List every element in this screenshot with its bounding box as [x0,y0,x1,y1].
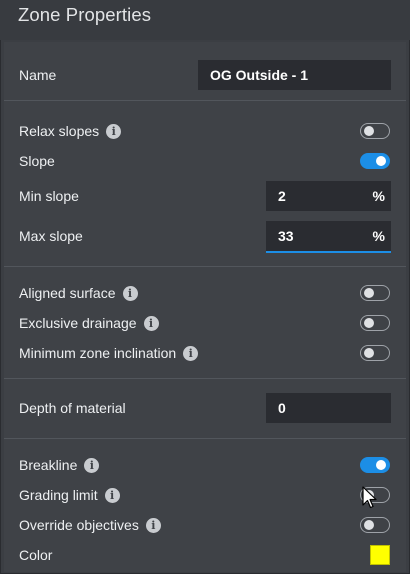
info-icon[interactable]: i [145,517,161,533]
breakline-row: Breakline i [4,450,406,480]
aligned-surface-toggle[interactable] [360,285,390,301]
max-slope-input[interactable]: 33 % [266,221,391,253]
toggle-knob [376,460,386,470]
exclusive-drainage-row: Exclusive drainage i [4,308,406,338]
grading-limit-row: Grading limit i [4,480,406,510]
mouse-pointer-icon [362,486,377,509]
info-icon[interactable]: i [106,123,122,139]
divider [4,100,406,101]
divider [4,266,406,267]
grading-limit-label: Grading limit [19,487,98,503]
max-slope-value: 33 [278,228,294,244]
aligned-surface-label: Aligned surface [19,285,116,301]
info-icon[interactable]: i [84,457,100,473]
min-slope-unit: % [372,188,385,204]
depth-of-material-input[interactable]: 0 [266,393,391,423]
name-input-value: OG Outside - 1 [210,67,309,83]
panel-title: Zone Properties [18,4,152,25]
exclusive-drainage-toggle[interactable] [360,315,390,331]
color-swatch[interactable] [370,545,390,565]
info-icon[interactable]: i [143,315,159,331]
toggle-knob [376,156,386,166]
minimum-zone-inclination-label: Minimum zone inclination [19,345,177,361]
divider [4,378,406,379]
depth-of-material-label: Depth of material [19,400,126,416]
panel-header: Zone Properties [0,0,410,40]
toggle-knob [364,348,374,358]
color-row: Color [4,540,406,570]
zone-properties-panel: Name OG Outside - 1 Relax slopes i Slope… [4,42,406,572]
slope-row: Slope [4,146,406,176]
toggle-knob [364,318,374,328]
minimum-zone-inclination-row: Minimum zone inclination i [4,338,406,368]
name-input[interactable]: OG Outside - 1 [198,60,391,90]
override-objectives-label: Override objectives [19,517,139,533]
override-objectives-row: Override objectives i [4,510,406,540]
slope-toggle[interactable] [360,153,390,169]
max-slope-unit: % [372,228,385,244]
relax-slopes-row: Relax slopes i [4,116,406,146]
max-slope-label: Max slope [19,228,83,244]
toggle-knob [364,126,374,136]
slope-label: Slope [19,153,55,169]
min-slope-value: 2 [278,188,286,204]
min-slope-label: Min slope [19,188,79,204]
toggle-knob [364,520,374,530]
name-label: Name [19,67,57,83]
depth-of-material-value: 0 [278,400,286,416]
breakline-toggle[interactable] [360,457,390,473]
aligned-surface-row: Aligned surface i [4,278,406,308]
info-icon[interactable]: i [122,285,138,301]
toggle-knob [364,288,374,298]
minimum-zone-inclination-toggle[interactable] [360,345,390,361]
override-objectives-toggle[interactable] [360,517,390,533]
min-slope-input[interactable]: 2 % [266,181,391,211]
color-label: Color [19,547,53,563]
relax-slopes-toggle[interactable] [360,123,390,139]
info-icon[interactable]: i [183,345,199,361]
relax-slopes-label: Relax slopes [19,123,100,139]
exclusive-drainage-label: Exclusive drainage [19,315,137,331]
breakline-label: Breakline [19,457,78,473]
info-icon[interactable]: i [104,487,120,503]
divider [4,438,406,439]
